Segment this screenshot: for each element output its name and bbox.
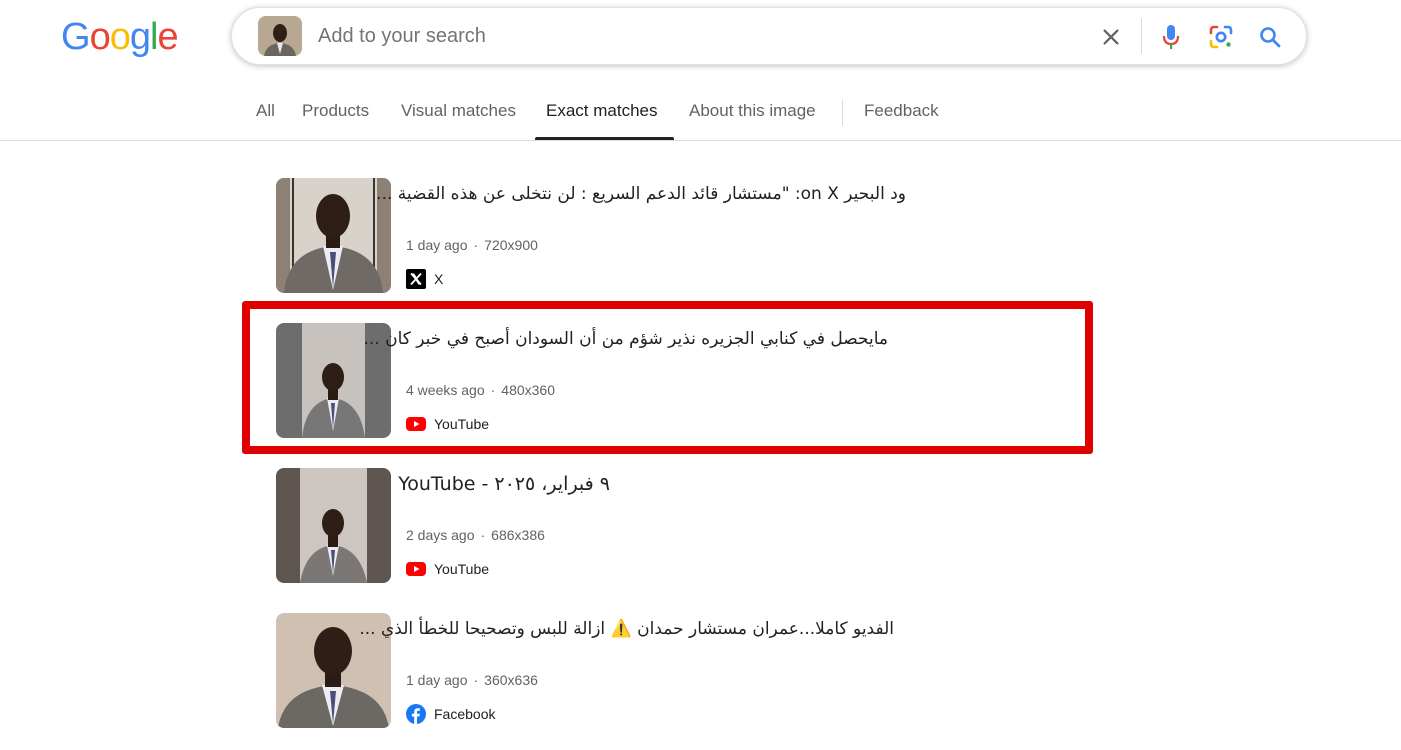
youtube-logo-icon bbox=[406, 414, 426, 434]
result-age: 1 day ago bbox=[406, 672, 468, 688]
google-lens-results-page: Google Add to your search All Products V… bbox=[0, 0, 1401, 750]
result-dimensions: 360x636 bbox=[484, 672, 538, 688]
google-lens-icon[interactable] bbox=[1206, 22, 1236, 52]
result-title[interactable]: مايحصل في كنابي الجزيره نذير شؤم من أن ا… bbox=[364, 329, 888, 349]
result-title[interactable]: الفديو كاملا...عمران مستشار حمدان ⚠️ ازا… bbox=[359, 619, 894, 639]
tab-feedback[interactable]: Feedback bbox=[864, 101, 939, 121]
result-item[interactable]: ود البحير on X: "مستشار قائد الدعم السري… bbox=[276, 178, 1096, 294]
result-item[interactable]: مايحصل في كنابي الجزيره نذير شؤم من أن ا… bbox=[276, 323, 1096, 439]
result-thumbnail[interactable] bbox=[276, 178, 391, 293]
tab-visual-matches[interactable]: Visual matches bbox=[401, 101, 516, 121]
result-source[interactable]: Facebook bbox=[406, 704, 495, 724]
result-dimensions: 720x900 bbox=[484, 237, 538, 253]
search-input[interactable] bbox=[318, 22, 1058, 50]
result-meta: 1 day ago · 720x900 bbox=[406, 237, 538, 253]
clear-icon[interactable] bbox=[1096, 22, 1126, 52]
search-image-thumbnail[interactable] bbox=[258, 16, 302, 56]
tab-divider bbox=[842, 100, 843, 126]
facebook-logo-icon bbox=[406, 704, 426, 724]
result-meta: 1 day ago · 360x636 bbox=[406, 672, 538, 688]
search-icon[interactable] bbox=[1255, 22, 1285, 52]
result-title[interactable]: ود البحير on X: "مستشار قائد الدعم السري… bbox=[376, 184, 906, 204]
result-tabs: All Products Visual matches Exact matche… bbox=[0, 90, 1401, 141]
active-tab-indicator bbox=[535, 137, 674, 140]
result-source[interactable]: YouTube bbox=[406, 414, 489, 434]
tab-about-this-image[interactable]: About this image bbox=[689, 101, 816, 121]
tab-exact-matches[interactable]: Exact matches bbox=[546, 101, 658, 121]
search-divider bbox=[1141, 18, 1142, 54]
source-name: X bbox=[434, 271, 444, 287]
source-name: Facebook bbox=[434, 706, 496, 722]
result-thumbnail[interactable] bbox=[276, 468, 391, 583]
result-item[interactable]: الفديو كاملا...عمران مستشار حمدان ⚠️ ازا… bbox=[276, 613, 1096, 729]
tab-all[interactable]: All bbox=[256, 101, 275, 121]
microphone-icon[interactable] bbox=[1156, 22, 1186, 52]
result-age: 4 weeks ago bbox=[406, 382, 485, 398]
result-age: 1 day ago bbox=[406, 237, 468, 253]
result-dimensions: 686x386 bbox=[491, 527, 545, 543]
google-logo[interactable]: Google bbox=[61, 16, 179, 59]
search-box bbox=[231, 7, 1307, 65]
result-meta: 2 days ago · 686x386 bbox=[406, 527, 545, 543]
result-source[interactable]: YouTube bbox=[406, 559, 489, 579]
source-name: YouTube bbox=[434, 416, 490, 432]
result-meta: 4 weeks ago · 480x360 bbox=[406, 382, 555, 398]
result-item[interactable]: ٩ فبراير، ٢٠٢٥ - YouTube 2 days ago · 686x… bbox=[276, 468, 1096, 584]
result-source[interactable]: X bbox=[406, 269, 443, 289]
tab-products[interactable]: Products bbox=[302, 101, 369, 121]
x-logo-icon bbox=[406, 269, 426, 289]
result-dimensions: 480x360 bbox=[501, 382, 555, 398]
youtube-logo-icon bbox=[406, 559, 426, 579]
result-age: 2 days ago bbox=[406, 527, 475, 543]
result-title[interactable]: ٩ فبراير، ٢٠٢٥ - YouTube bbox=[398, 473, 610, 495]
source-name: YouTube bbox=[434, 561, 490, 577]
